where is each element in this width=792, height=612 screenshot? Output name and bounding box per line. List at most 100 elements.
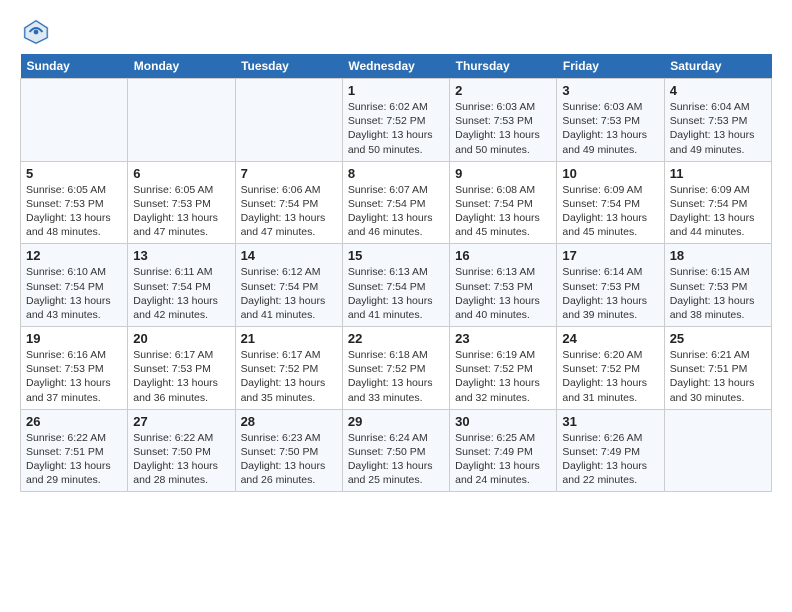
day-number: 1 bbox=[348, 83, 444, 98]
day-number: 31 bbox=[562, 414, 658, 429]
day-number: 13 bbox=[133, 248, 229, 263]
day-info: Sunrise: 6:03 AM Sunset: 7:53 PM Dayligh… bbox=[455, 100, 551, 157]
week-row-3: 12 Sunrise: 6:10 AM Sunset: 7:54 PM Dayli… bbox=[21, 244, 772, 327]
calendar-cell bbox=[21, 79, 128, 162]
day-number: 11 bbox=[670, 166, 766, 181]
day-info: Sunrise: 6:19 AM Sunset: 7:52 PM Dayligh… bbox=[455, 348, 551, 405]
day-header-thursday: Thursday bbox=[450, 54, 557, 79]
calendar-cell: 3Sunrise: 6:03 AM Sunset: 7:53 PM Daylig… bbox=[557, 79, 664, 162]
calendar-cell: 20 Sunrise: 6:17 AM Sunset: 7:53 PM Dayli… bbox=[128, 327, 235, 410]
day-info: Sunrise: 6:10 AM Sunset: 7:54 PM Dayligh… bbox=[26, 265, 122, 322]
day-number: 22 bbox=[348, 331, 444, 346]
day-number: 17 bbox=[562, 248, 658, 263]
day-info: Sunrise: 6:14 AM Sunset: 7:53 PM Dayligh… bbox=[562, 265, 658, 322]
week-row-4: 19 Sunrise: 6:16 AM Sunset: 7:53 PM Dayli… bbox=[21, 327, 772, 410]
calendar-cell: 7 Sunrise: 6:06 AM Sunset: 7:54 PM Daylig… bbox=[235, 161, 342, 244]
day-number: 30 bbox=[455, 414, 551, 429]
day-info: Sunrise: 6:09 AM Sunset: 7:54 PM Dayligh… bbox=[562, 183, 658, 240]
calendar-cell: 11 Sunrise: 6:09 AM Sunset: 7:54 PM Dayli… bbox=[664, 161, 771, 244]
day-info: Sunrise: 6:13 AM Sunset: 7:54 PM Dayligh… bbox=[348, 265, 444, 322]
calendar-cell: 27 Sunrise: 6:22 AM Sunset: 7:50 PM Dayli… bbox=[128, 409, 235, 492]
day-number: 23 bbox=[455, 331, 551, 346]
calendar-cell: 4 Sunrise: 6:04 AM Sunset: 7:53 PM Daylig… bbox=[664, 79, 771, 162]
day-number: 2 bbox=[455, 83, 551, 98]
day-info: Sunrise: 6:24 AM Sunset: 7:50 PM Dayligh… bbox=[348, 431, 444, 488]
day-header-wednesday: Wednesday bbox=[342, 54, 449, 79]
day-number: 4 bbox=[670, 83, 766, 98]
day-number: 16 bbox=[455, 248, 551, 263]
day-info: Sunrise: 6:16 AM Sunset: 7:53 PM Dayligh… bbox=[26, 348, 122, 405]
day-number: 10 bbox=[562, 166, 658, 181]
day-number: 27 bbox=[133, 414, 229, 429]
day-info: Sunrise: 6:13 AM Sunset: 7:53 PM Dayligh… bbox=[455, 265, 551, 322]
calendar-cell: 23 Sunrise: 6:19 AM Sunset: 7:52 PM Dayli… bbox=[450, 327, 557, 410]
calendar-cell: 30Sunrise: 6:25 AM Sunset: 7:49 PM Dayli… bbox=[450, 409, 557, 492]
calendar-cell: 26 Sunrise: 6:22 AM Sunset: 7:51 PM Dayli… bbox=[21, 409, 128, 492]
day-info: Sunrise: 6:18 AM Sunset: 7:52 PM Dayligh… bbox=[348, 348, 444, 405]
calendar-cell: 15 Sunrise: 6:13 AM Sunset: 7:54 PM Dayli… bbox=[342, 244, 449, 327]
day-header-tuesday: Tuesday bbox=[235, 54, 342, 79]
day-info: Sunrise: 6:22 AM Sunset: 7:50 PM Dayligh… bbox=[133, 431, 229, 488]
calendar-cell: 22 Sunrise: 6:18 AM Sunset: 7:52 PM Dayli… bbox=[342, 327, 449, 410]
calendar-cell: 2 Sunrise: 6:03 AM Sunset: 7:53 PM Daylig… bbox=[450, 79, 557, 162]
calendar-cell: 9 Sunrise: 6:08 AM Sunset: 7:54 PM Daylig… bbox=[450, 161, 557, 244]
day-info: Sunrise: 6:17 AM Sunset: 7:53 PM Dayligh… bbox=[133, 348, 229, 405]
day-number: 7 bbox=[241, 166, 337, 181]
day-number: 28 bbox=[241, 414, 337, 429]
calendar-cell: 5 Sunrise: 6:05 AM Sunset: 7:53 PM Daylig… bbox=[21, 161, 128, 244]
calendar-cell: 1 Sunrise: 6:02 AM Sunset: 7:52 PM Daylig… bbox=[342, 79, 449, 162]
calendar-cell: 10 Sunrise: 6:09 AM Sunset: 7:54 PM Dayli… bbox=[557, 161, 664, 244]
calendar-cell: 12 Sunrise: 6:10 AM Sunset: 7:54 PM Dayli… bbox=[21, 244, 128, 327]
day-info: Sunrise: 6:20 AM Sunset: 7:52 PM Dayligh… bbox=[562, 348, 658, 405]
calendar-cell: 6 Sunrise: 6:05 AM Sunset: 7:53 PM Daylig… bbox=[128, 161, 235, 244]
calendar-cell: 25 Sunrise: 6:21 AM Sunset: 7:51 PM Dayli… bbox=[664, 327, 771, 410]
header-row: SundayMondayTuesdayWednesdayThursdayFrid… bbox=[21, 54, 772, 79]
calendar-cell: 13Sunrise: 6:11 AM Sunset: 7:54 PM Dayli… bbox=[128, 244, 235, 327]
day-number: 15 bbox=[348, 248, 444, 263]
day-number: 21 bbox=[241, 331, 337, 346]
calendar-cell: 17 Sunrise: 6:14 AM Sunset: 7:53 PM Dayli… bbox=[557, 244, 664, 327]
day-header-sunday: Sunday bbox=[21, 54, 128, 79]
calendar-cell bbox=[664, 409, 771, 492]
calendar-cell: 19 Sunrise: 6:16 AM Sunset: 7:53 PM Dayli… bbox=[21, 327, 128, 410]
header bbox=[20, 16, 772, 48]
day-info: Sunrise: 6:17 AM Sunset: 7:52 PM Dayligh… bbox=[241, 348, 337, 405]
week-row-1: 1 Sunrise: 6:02 AM Sunset: 7:52 PM Daylig… bbox=[21, 79, 772, 162]
day-header-saturday: Saturday bbox=[664, 54, 771, 79]
calendar-cell bbox=[128, 79, 235, 162]
logo-icon bbox=[20, 16, 52, 48]
day-info: Sunrise: 6:09 AM Sunset: 7:54 PM Dayligh… bbox=[670, 183, 766, 240]
logo bbox=[20, 16, 56, 48]
day-info: Sunrise: 6:22 AM Sunset: 7:51 PM Dayligh… bbox=[26, 431, 122, 488]
day-info: Sunrise: 6:05 AM Sunset: 7:53 PM Dayligh… bbox=[26, 183, 122, 240]
day-info: Sunrise: 6:12 AM Sunset: 7:54 PM Dayligh… bbox=[241, 265, 337, 322]
day-number: 6 bbox=[133, 166, 229, 181]
calendar-cell: 29 Sunrise: 6:24 AM Sunset: 7:50 PM Dayli… bbox=[342, 409, 449, 492]
day-number: 26 bbox=[26, 414, 122, 429]
day-header-friday: Friday bbox=[557, 54, 664, 79]
calendar-cell: 14Sunrise: 6:12 AM Sunset: 7:54 PM Dayli… bbox=[235, 244, 342, 327]
calendar-cell: 28Sunrise: 6:23 AM Sunset: 7:50 PM Dayli… bbox=[235, 409, 342, 492]
day-number: 5 bbox=[26, 166, 122, 181]
day-number: 18 bbox=[670, 248, 766, 263]
week-row-5: 26 Sunrise: 6:22 AM Sunset: 7:51 PM Dayli… bbox=[21, 409, 772, 492]
day-number: 20 bbox=[133, 331, 229, 346]
day-number: 29 bbox=[348, 414, 444, 429]
day-info: Sunrise: 6:06 AM Sunset: 7:54 PM Dayligh… bbox=[241, 183, 337, 240]
day-number: 9 bbox=[455, 166, 551, 181]
day-number: 3 bbox=[562, 83, 658, 98]
day-number: 19 bbox=[26, 331, 122, 346]
week-row-2: 5 Sunrise: 6:05 AM Sunset: 7:53 PM Daylig… bbox=[21, 161, 772, 244]
calendar-cell: 21 Sunrise: 6:17 AM Sunset: 7:52 PM Dayli… bbox=[235, 327, 342, 410]
day-info: Sunrise: 6:08 AM Sunset: 7:54 PM Dayligh… bbox=[455, 183, 551, 240]
day-header-monday: Monday bbox=[128, 54, 235, 79]
day-info: Sunrise: 6:02 AM Sunset: 7:52 PM Dayligh… bbox=[348, 100, 444, 157]
page: SundayMondayTuesdayWednesdayThursdayFrid… bbox=[0, 0, 792, 502]
day-number: 24 bbox=[562, 331, 658, 346]
day-number: 12 bbox=[26, 248, 122, 263]
day-info: Sunrise: 6:04 AM Sunset: 7:53 PM Dayligh… bbox=[670, 100, 766, 157]
day-info: Sunrise: 6:05 AM Sunset: 7:53 PM Dayligh… bbox=[133, 183, 229, 240]
day-number: 8 bbox=[348, 166, 444, 181]
day-number: 25 bbox=[670, 331, 766, 346]
day-info: Sunrise: 6:21 AM Sunset: 7:51 PM Dayligh… bbox=[670, 348, 766, 405]
